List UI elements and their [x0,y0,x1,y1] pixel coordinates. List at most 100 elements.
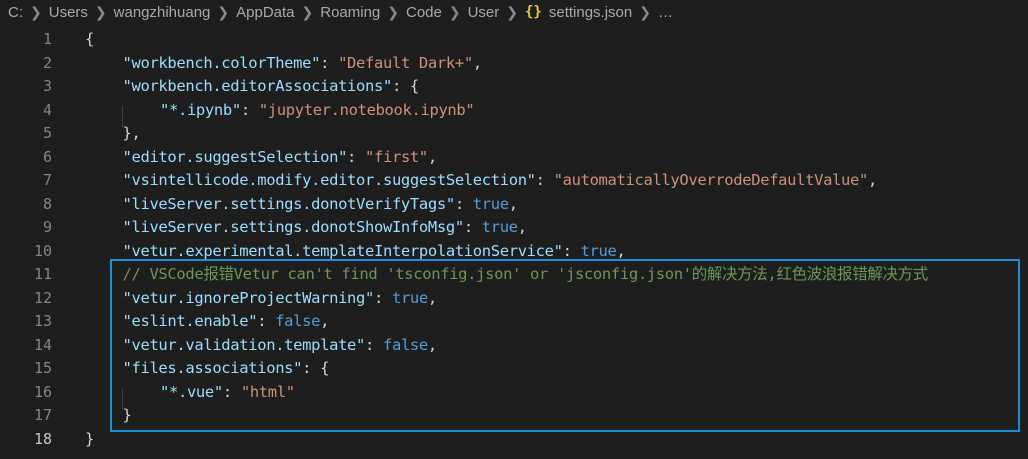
json-key: "vsintellicode.modify.editor.suggestSele… [122,171,537,189]
json-key: "vetur.ignoreProjectWarning" [122,288,375,307]
json-string: "automaticallyOverrodeDefaultValue" [553,171,869,189]
code-content: } [85,428,94,452]
code-line[interactable]: 14 "vetur.validation.template": false, [0,334,1028,358]
breadcrumb-item-user[interactable]: User [468,4,500,21]
json-string: "jupyter.notebook.ipynb" [258,100,475,119]
breadcrumb-item-drive[interactable]: C: [8,4,23,21]
code-line[interactable]: 10 "vetur.experimental.templateInterpolat… [0,240,1028,264]
punctuation: , [427,147,437,166]
punctuation: : [222,382,241,401]
code-content: "eslint.enable": false, [123,310,330,334]
line-number: 16 [33,382,52,401]
breadcrumb-more[interactable]: … [658,4,673,21]
json-literal: true [391,288,428,307]
punctuation: : [535,171,554,189]
punctuation: } [85,429,94,448]
line-number: 10 [33,241,52,260]
punctuation: , [616,241,626,260]
json-string: "html" [240,382,295,401]
chevron-right-icon: ❯ [448,3,461,20]
punctuation: , [517,218,527,236]
breadcrumb-item-roaming[interactable]: Roaming [320,4,380,21]
line-number: 9 [42,218,52,236]
json-key: "eslint.enable" [122,312,258,330]
line-number: 8 [42,194,52,213]
code-line[interactable]: 18} [0,428,1028,452]
line-number: 5 [42,124,52,142]
punctuation: : [562,241,581,260]
punctuation: , [868,171,877,189]
chevron-right-icon: ❯ [94,3,107,20]
code-content: "liveServer.settings.donotVerifyTags": t… [123,193,519,217]
code-line[interactable]: 15 "files.associations": { [0,357,1028,381]
punctuation: : [463,218,482,236]
code-content: { [85,28,94,52]
code-line[interactable]: 12 "vetur.ignoreProjectWarning": true, [0,287,1028,311]
breadcrumb-item-code[interactable]: Code [406,4,442,21]
code-line[interactable]: 11 // VSCode报错Vetur can't find 'tsconfig.… [0,263,1028,287]
line-number: 4 [42,100,52,119]
code-content: "vetur.experimental.templateInterpolatio… [123,240,626,264]
code-content: }, [123,122,141,146]
code-content: "*.ipynb": "jupyter.notebook.ipynb" [160,99,475,123]
punctuation: : { [302,359,330,377]
punctuation: : [347,147,366,166]
code-line[interactable]: 5}, [0,122,1028,146]
chevron-right-icon: ❯ [30,3,42,20]
code-line[interactable]: 2 "workbench.colorTheme": "Default Dark+"… [0,52,1028,76]
json-literal: false [275,312,321,330]
code-line[interactable]: 3 "workbench.editorAssociations": { [0,75,1028,99]
code-line[interactable]: 6 "editor.suggestSelection": "first", [0,146,1028,170]
breadcrumb-item-appdata[interactable]: AppData [236,4,294,21]
json-key: "vetur.validation.template" [122,335,366,354]
breadcrumb-item-username[interactable]: wangzhihuang [114,4,211,21]
json-literal: true [580,241,617,260]
code-content: // VSCode报错Vetur can't find 'tsconfig.js… [122,263,929,287]
code-content: "workbench.colorTheme": "Default Dark+", [122,52,483,76]
punctuation: : [320,53,339,72]
line-number: 17 [33,406,52,424]
line-number: 15 [33,359,52,377]
punctuation: : [365,335,383,354]
code-line[interactable]: 7 "vsintellicode.modify.editor.suggestSel… [0,169,1028,193]
line-number: 13 [33,312,52,330]
code-line[interactable]: 9 "liveServer.settings.donotShowInfoMsg":… [0,216,1028,240]
code-content: "vsintellicode.modify.editor.suggestSele… [123,169,878,193]
code-content: "liveServer.settings.donotShowInfoMsg": … [123,216,528,240]
punctuation: }, [122,124,141,142]
punctuation: { [85,30,94,48]
chevron-right-icon: ❯ [217,3,230,20]
breadcrumb-item-users[interactable]: Users [49,4,88,21]
chevron-right-icon: ❯ [387,3,399,20]
code-editor[interactable]: 1{2 "workbench.colorTheme": "Default Dark… [0,25,1028,459]
line-number: 6 [42,147,52,166]
code-line[interactable]: 8 "liveServer.settings.donotVerifyTags": … [0,193,1028,217]
comment: // VSCode报错Vetur can't find 'tsconfig.js… [122,265,929,283]
code-content: "editor.suggestSelection": "first", [122,146,438,170]
code-content: "vetur.ignoreProjectWarning": true, [122,287,438,311]
json-literal: true [481,218,518,236]
code-content: "workbench.editorAssociations": { [122,75,420,99]
json-key: "editor.suggestSelection" [122,147,348,166]
code-content: "vetur.validation.template": false, [122,334,438,358]
line-number: 14 [33,335,52,354]
code-line[interactable]: 16 "*.vue": "html" [0,381,1028,405]
code-line[interactable]: 13 "eslint.enable": false, [0,310,1028,334]
line-number: 7 [42,171,52,189]
code-line[interactable]: 4 "*.ipynb": "jupyter.notebook.ipynb" [0,99,1028,123]
json-key: "workbench.editorAssociations" [122,77,393,95]
json-string: "first" [365,147,428,166]
code-line[interactable]: 1{ [0,28,1028,52]
breadcrumb-item-file[interactable]: {} settings.json [525,4,632,21]
breadcrumb-file-name: settings.json [548,3,633,21]
punctuation: : { [391,77,419,95]
json-key: "workbench.colorTheme" [122,53,321,72]
json-file-icon: {} [525,4,542,20]
json-literal: true [472,194,509,213]
code-line[interactable]: 17} [0,404,1028,428]
code-content: } [123,404,132,428]
line-number: 2 [42,53,52,72]
json-string: "Default Dark+" [338,53,473,72]
punctuation: : [454,194,473,213]
punctuation: : [257,312,276,330]
